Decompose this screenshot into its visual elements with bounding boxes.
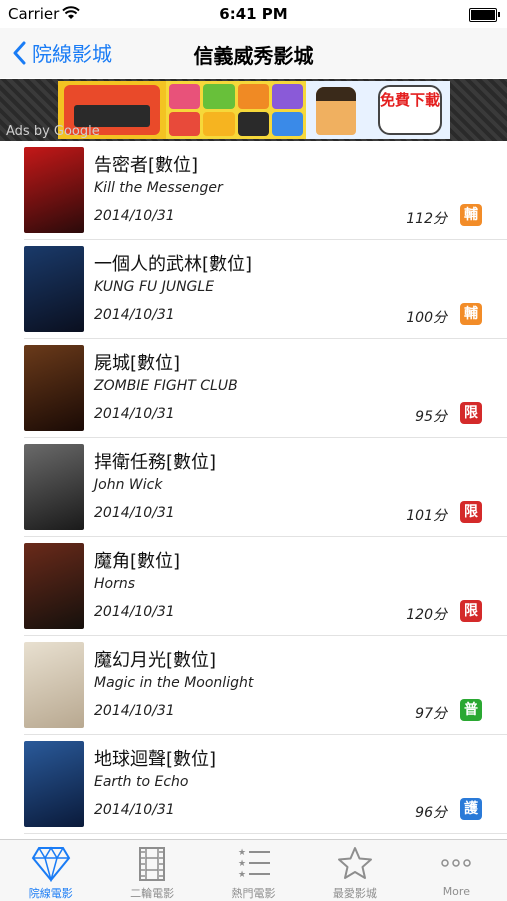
rating-badge: 限 bbox=[460, 501, 482, 523]
movie-title-chinese: 一個人的武林[數位] bbox=[94, 254, 253, 275]
movie-title-english: KUNG FU JUNGLE bbox=[94, 279, 215, 295]
svg-text:★: ★ bbox=[238, 848, 246, 858]
rating-badge: 限 bbox=[460, 402, 482, 424]
film-strip-icon bbox=[137, 846, 167, 886]
rating-badge: 限 bbox=[460, 600, 482, 622]
movie-row[interactable]: 地球迴聲[數位] Earth to Echo 2014/10/31 96分護 bbox=[24, 735, 507, 834]
rating-badge: 普 bbox=[460, 699, 482, 721]
movie-title-english: Horns bbox=[94, 576, 136, 592]
movie-title-chinese: 捍衛任務[數位] bbox=[94, 452, 217, 473]
release-date: 2014/10/31 bbox=[94, 703, 175, 719]
tab-label: 院線電影 bbox=[28, 887, 73, 900]
movie-poster bbox=[24, 444, 84, 530]
ad-animal-tiles bbox=[166, 81, 306, 139]
movie-title-english: ZOMBIE FIGHT CLUB bbox=[94, 378, 238, 394]
runtime: 96分 bbox=[415, 805, 447, 821]
star-icon bbox=[337, 846, 373, 884]
tab-label: 熱門電影 bbox=[231, 887, 276, 900]
movie-row[interactable]: 告密者[數位] Kill the Messenger 2014/10/31 112分輔 bbox=[24, 141, 507, 240]
tab-ranked-list[interactable]: ★ ★ ★ 熱門電影 bbox=[203, 840, 304, 901]
movie-title-chinese: 魔幻月光[數位] bbox=[94, 650, 217, 671]
navigation-bar: 院線影城 信義威秀影城 bbox=[0, 28, 507, 78]
release-date: 2014/10/31 bbox=[94, 307, 175, 323]
chevron-left-icon bbox=[13, 41, 26, 64]
tab-label: More bbox=[442, 885, 470, 898]
status-bar: Carrier 6:41 PM bbox=[0, 0, 507, 28]
runtime: 100分 bbox=[406, 310, 447, 326]
runtime: 95分 bbox=[415, 409, 447, 425]
movie-title-chinese: 地球迴聲[數位] bbox=[94, 749, 217, 770]
ad-character-panel: 免費下載 bbox=[306, 81, 450, 139]
movie-poster bbox=[24, 345, 84, 431]
movie-list[interactable]: 告密者[數位] Kill the Messenger 2014/10/31 112分輔… bbox=[0, 141, 507, 839]
back-button-label: 院線影城 bbox=[32, 42, 112, 66]
runtime: 101分 bbox=[406, 508, 447, 524]
ad-bubble: 免費下載 bbox=[378, 85, 442, 135]
movie-row[interactable]: 魔角[數位] Horns 2014/10/31 120分限 bbox=[24, 537, 507, 636]
movie-title-english: John Wick bbox=[94, 477, 163, 493]
runtime: 120分 bbox=[406, 607, 447, 623]
diamond-icon bbox=[31, 846, 71, 886]
svg-text:★: ★ bbox=[238, 870, 246, 880]
runtime: 97分 bbox=[415, 706, 447, 722]
rating-badge: 護 bbox=[460, 798, 482, 820]
movie-row[interactable]: 屍城[數位] ZOMBIE FIGHT CLUB 2014/10/31 95分限 bbox=[24, 339, 507, 438]
rating-badge: 輔 bbox=[460, 204, 482, 226]
movie-title-chinese: 屍城[數位] bbox=[94, 353, 181, 374]
movie-title-english: Earth to Echo bbox=[94, 774, 189, 790]
clock: 6:41 PM bbox=[219, 5, 288, 23]
movie-poster bbox=[24, 741, 84, 827]
movie-poster bbox=[24, 642, 84, 728]
ad-banner[interactable]: 免費下載 Ads by Google bbox=[0, 79, 507, 141]
release-date: 2014/10/31 bbox=[94, 505, 175, 521]
release-date: 2014/10/31 bbox=[94, 208, 175, 224]
movie-title-chinese: 告密者[數位] bbox=[94, 155, 199, 176]
ranked-list-icon: ★ ★ ★ bbox=[236, 846, 272, 884]
tab-diamond[interactable]: 院線電影 bbox=[0, 840, 101, 901]
movie-row[interactable]: 魔幻月光[數位] Magic in the Moonlight 2014/10/31… bbox=[24, 636, 507, 735]
movie-poster bbox=[24, 543, 84, 629]
tab-label: 最愛影城 bbox=[332, 887, 377, 900]
svg-text:★: ★ bbox=[238, 859, 246, 869]
more-dots-icon bbox=[439, 846, 473, 884]
movie-title-english: Magic in the Moonlight bbox=[94, 675, 254, 691]
tab-film-strip[interactable]: 二輪電影 bbox=[101, 840, 202, 901]
tab-more-dots[interactable]: More bbox=[406, 840, 507, 901]
release-date: 2014/10/31 bbox=[94, 406, 175, 422]
ads-by-google-label: Ads by Google bbox=[6, 124, 100, 139]
movie-row[interactable]: 一個人的武林[數位] KUNG FU JUNGLE 2014/10/31 100分輔 bbox=[24, 240, 507, 339]
movie-row[interactable]: 捍衛任務[數位] John Wick 2014/10/31 101分限 bbox=[24, 438, 507, 537]
tab-bar: 院線電影 二輪電影 ★ ★ ★ 熱門電影 最愛影城 More bbox=[0, 839, 507, 901]
ad-artwork: 免費下載 bbox=[58, 81, 450, 139]
movie-title-chinese: 魔角[數位] bbox=[94, 551, 181, 572]
back-button[interactable]: 院線影城 bbox=[12, 38, 112, 67]
movie-poster bbox=[24, 246, 84, 332]
tab-label: 二輪電影 bbox=[130, 887, 175, 900]
tab-star[interactable]: 最愛影城 bbox=[304, 840, 405, 901]
release-date: 2014/10/31 bbox=[94, 802, 175, 818]
release-date: 2014/10/31 bbox=[94, 604, 175, 620]
rating-badge: 輔 bbox=[460, 303, 482, 325]
runtime: 112分 bbox=[406, 211, 447, 227]
movie-poster bbox=[24, 147, 84, 233]
battery-icon bbox=[469, 8, 500, 22]
movie-title-english: Kill the Messenger bbox=[94, 180, 223, 196]
